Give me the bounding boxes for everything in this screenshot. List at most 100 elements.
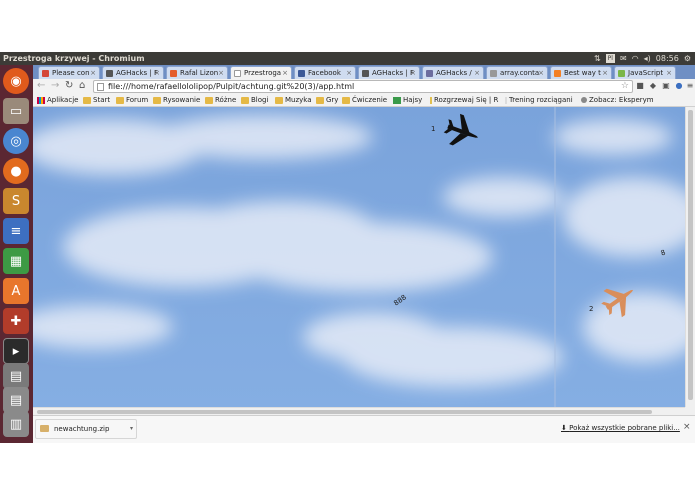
url-text: file:///home/rafaellololipop/Pulpit/acht… (108, 82, 355, 91)
tab-javascript[interactable]: JavaScript × (614, 66, 676, 79)
bookmark-folder[interactable]: Gry (316, 94, 338, 106)
facebook-icon (298, 70, 305, 77)
vertical-scrollbar[interactable] (685, 107, 695, 407)
bookmark-label: Zobacz: Eksperym (589, 96, 654, 104)
bookmark-link[interactable]: Zobacz: Eksperym (581, 94, 654, 106)
chromium-icon[interactable]: ◎ (3, 128, 29, 154)
bookmark-folder[interactable]: Forum (116, 94, 148, 106)
tab-best-way[interactable]: Best way t × (550, 66, 612, 79)
system-settings-icon[interactable]: ✚ (3, 308, 29, 334)
close-icon[interactable]: × (410, 67, 416, 79)
forward-arrow-icon[interactable]: → (51, 80, 59, 92)
clock[interactable]: 08:56 (656, 52, 679, 65)
bookmark-folder[interactable]: Muzyka (275, 94, 312, 106)
bookmark-label: Blogi (251, 96, 269, 104)
back-arrow-icon[interactable]: ← (37, 80, 45, 92)
terminal-icon[interactable]: ▸ (3, 338, 29, 364)
bookmark-folder[interactable]: Blogi (241, 94, 268, 106)
bookmark-star-icon[interactable]: ☆ (621, 81, 629, 92)
tab-aghacks-2[interactable]: AGHacks | F × (358, 66, 420, 79)
navigation-toolbar: ← → ↻ ⌂ file:///home/rafaellololipop/Pul… (33, 79, 695, 94)
extension-icon[interactable]: ■ (635, 81, 645, 91)
desktop-screen: Przestroga krzywej - Chromium ⇅ Pl ✉ ◠ ◂… (0, 52, 695, 443)
keyboard-layout-indicator[interactable]: Pl (605, 54, 615, 63)
close-icon[interactable]: × (90, 67, 96, 79)
bookmark-folder[interactable]: Ćwiczenie (342, 94, 387, 106)
scrollbar-thumb[interactable] (688, 110, 693, 400)
tab-label: AGHacks / (436, 69, 472, 77)
close-icon[interactable]: × (154, 67, 160, 79)
close-icon[interactable]: × (474, 67, 480, 79)
reload-icon[interactable]: ↻ (65, 80, 73, 92)
power-gear-icon[interactable]: ⚙ (684, 52, 691, 65)
unity-launcher: ◉ ▭ ◎ ● S ≡ ▦ A ✚ ▸ ▤ ▤ ▥ (0, 65, 33, 443)
download-filename: newachtung.zip (54, 425, 110, 433)
tab-rafal-lizon[interactable]: Rafal Lizon × (166, 66, 228, 79)
calc-icon[interactable]: ▦ (3, 248, 29, 274)
close-icon[interactable]: × (602, 67, 608, 79)
storage-icon[interactable]: ▤ (3, 387, 29, 413)
close-icon[interactable]: × (282, 67, 288, 79)
tab-please-con[interactable]: Please con × (38, 66, 100, 79)
show-all-label: Pokaż wszystkie pobrane pliki... (569, 424, 680, 432)
close-icon[interactable]: × (666, 67, 672, 79)
tab-aghacks-1[interactable]: AGHacks | F × (102, 66, 164, 79)
ubuntu-dash-icon[interactable]: ◉ (3, 68, 29, 94)
tab-array-conta[interactable]: array.conta × (486, 66, 548, 79)
tab-facebook[interactable]: Facebook × (294, 66, 356, 79)
close-icon[interactable]: × (683, 422, 691, 432)
tab-przestroga[interactable]: Przestroga × (230, 66, 292, 79)
github-icon (426, 70, 433, 77)
bookmark-label: Różne (215, 96, 237, 104)
folder-icon (153, 96, 161, 104)
tab-label: Please con (52, 69, 90, 77)
writer-icon[interactable]: ≡ (3, 218, 29, 244)
bookmark-link[interactable]: Trening rozciągani (505, 94, 573, 106)
bookmark-label: Rysowanie (163, 96, 201, 104)
close-icon[interactable]: × (346, 67, 352, 79)
trash-icon[interactable]: ▥ (3, 411, 29, 437)
volume-icon[interactable]: ◂) (644, 52, 651, 65)
mail-icon[interactable]: ✉ (620, 52, 627, 65)
tab-aghacks-3[interactable]: AGHacks / × (422, 66, 484, 79)
menu-icon[interactable]: ≡ (685, 81, 695, 91)
bookmark-apps[interactable]: Aplikacje (37, 94, 78, 106)
bookmark-label: Gry (326, 96, 339, 104)
tab-label: JavaScript (628, 69, 664, 77)
download-item[interactable]: newachtung.zip ▾ (35, 419, 137, 439)
extension-icon[interactable]: ● (674, 81, 684, 91)
horizontal-scrollbar[interactable] (33, 407, 685, 415)
home-icon[interactable]: ⌂ (79, 80, 85, 92)
system-tray: ⇅ Pl ✉ ◠ ◂) 08:56 ⚙ (594, 52, 691, 65)
folder-icon (205, 96, 213, 104)
spreadsheet-icon (393, 96, 401, 104)
bookmarks-bar: Aplikacje Start Forum Rysowanie Różne Bl… (33, 94, 695, 107)
files-icon[interactable]: ▭ (3, 98, 29, 124)
site-icon (490, 70, 497, 77)
bookmark-label: Aplikacje (47, 96, 79, 104)
address-bar[interactable]: file:///home/rafaellololipop/Pulpit/acht… (93, 80, 633, 93)
extension-icon[interactable]: ▣ (661, 81, 671, 91)
bookmark-link[interactable]: Rozgrzewaj Się | R (430, 94, 498, 106)
firefox-icon[interactable]: ● (3, 158, 29, 184)
stackoverflow-icon (554, 70, 561, 77)
zip-file-icon (40, 425, 49, 432)
network-transfer-icon[interactable]: ⇅ (594, 52, 601, 65)
sublime-text-icon[interactable]: S (3, 188, 29, 214)
chevron-down-icon[interactable]: ▾ (130, 420, 133, 438)
workspace-switcher-icon[interactable]: ▤ (3, 363, 29, 389)
bookmark-folder[interactable]: Start (83, 94, 110, 106)
bookmark-link[interactable]: Hajsy (393, 94, 422, 106)
extension-icon[interactable]: ◆ (648, 81, 658, 91)
game-canvas[interactable]: 1 2 888 8 (33, 107, 685, 407)
close-icon[interactable]: × (538, 67, 544, 79)
software-center-icon[interactable]: A (3, 278, 29, 304)
bookmark-label: Start (93, 96, 111, 104)
bookmark-folder[interactable]: Rysowanie (153, 94, 200, 106)
wifi-icon[interactable]: ◠ (632, 52, 639, 65)
bookmark-folder[interactable]: Różne (205, 94, 236, 106)
site-icon (618, 70, 625, 77)
show-all-downloads-link[interactable]: ⬇ Pokaż wszystkie pobrane pliki... (561, 424, 680, 432)
close-icon[interactable]: × (218, 67, 224, 79)
scrollbar-thumb[interactable] (37, 410, 652, 414)
